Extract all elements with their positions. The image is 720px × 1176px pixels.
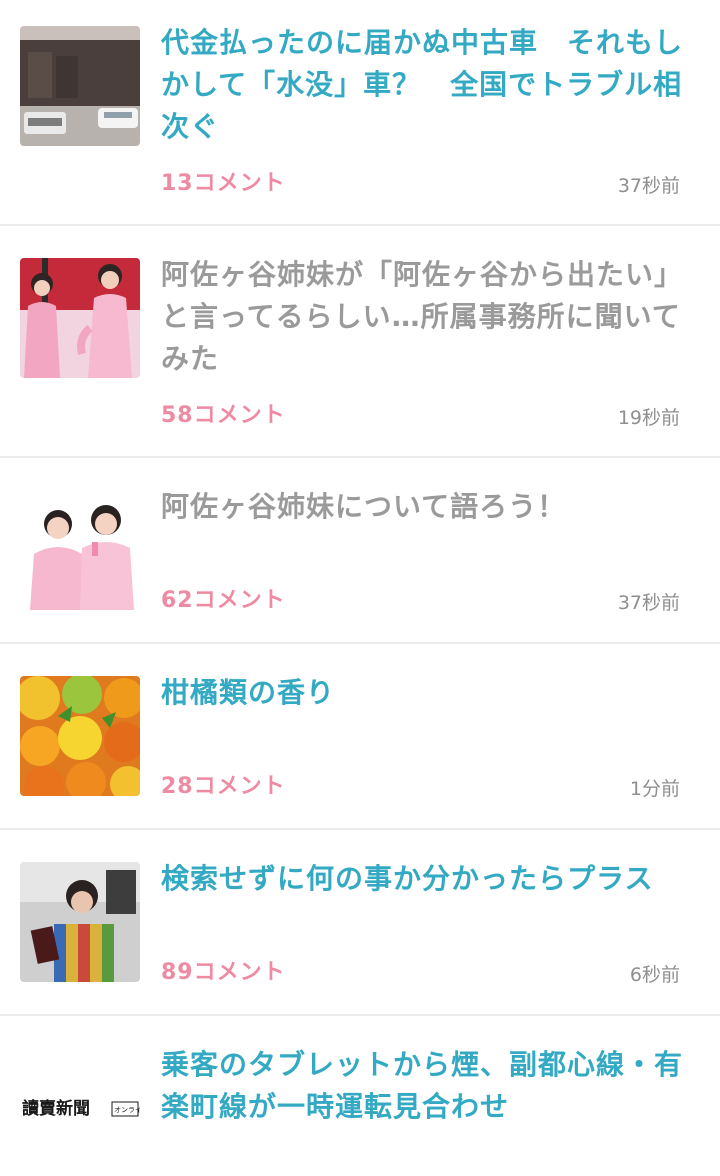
- topic-title[interactable]: 阿佐ヶ谷姉妹について語ろう！: [161, 486, 691, 528]
- post-time: 6秒前: [629, 964, 680, 986]
- newspaper-logo-subtext: オンライ: [114, 1106, 140, 1114]
- comment-count: 62コメント: [161, 588, 286, 613]
- topic-thumbnail: [20, 258, 140, 378]
- topic-title[interactable]: 代金払ったのに届かぬ中古車 それもしかして「水没」車？ 全国でトラブル相次ぐ: [161, 22, 691, 148]
- topic-thumbnail: 讀賣新聞 オンライ: [20, 1048, 140, 1168]
- comment-count: 89コメント: [161, 960, 286, 985]
- topic-title[interactable]: 検索せずに何の事か分かったらプラス: [161, 858, 691, 900]
- topic-thumbnail: [20, 26, 140, 146]
- topic-item[interactable]: 阿佐ヶ谷姉妹が「阿佐ヶ谷から出たい」と言ってるらしい…所属事務所に聞いてみた 5…: [0, 226, 720, 458]
- post-time: 37秒前: [617, 592, 680, 614]
- topic-item[interactable]: 検索せずに何の事か分かったらプラス 89コメント 6秒前: [0, 830, 720, 1016]
- post-time: 1分前: [629, 778, 680, 800]
- topic-list: 代金払ったのに届かぬ中古車 それもしかして「水没」車？ 全国でトラブル相次ぐ 1…: [0, 0, 720, 1176]
- post-time: 37秒前: [617, 175, 680, 197]
- topic-title[interactable]: 阿佐ヶ谷姉妹が「阿佐ヶ谷から出たい」と言ってるらしい…所属事務所に聞いてみた: [161, 254, 691, 380]
- comment-count: 13コメント: [161, 171, 286, 196]
- topic-item[interactable]: 代金払ったのに届かぬ中古車 それもしかして「水没」車？ 全国でトラブル相次ぐ 1…: [0, 0, 720, 226]
- topic-thumbnail: [20, 862, 140, 982]
- topic-thumbnail: [20, 676, 140, 796]
- topic-item[interactable]: 阿佐ヶ谷姉妹について語ろう！ 62コメント 37秒前: [0, 458, 720, 644]
- comment-count: 58コメント: [161, 403, 286, 428]
- topic-item[interactable]: 柑橘類の香り 28コメント 1分前: [0, 644, 720, 830]
- topic-title[interactable]: 柑橘類の香り: [161, 672, 691, 714]
- topic-thumbnail: [20, 490, 140, 610]
- comment-count: 28コメント: [161, 774, 286, 799]
- topic-item[interactable]: 讀賣新聞 オンライ 乗客のタブレットから煙、副都心線・有楽町線が一時運転見合わせ: [0, 1016, 720, 1176]
- newspaper-logo-text: 讀賣新聞: [22, 1098, 90, 1119]
- post-time: 19秒前: [617, 407, 680, 429]
- topic-title[interactable]: 乗客のタブレットから煙、副都心線・有楽町線が一時運転見合わせ: [161, 1044, 691, 1128]
